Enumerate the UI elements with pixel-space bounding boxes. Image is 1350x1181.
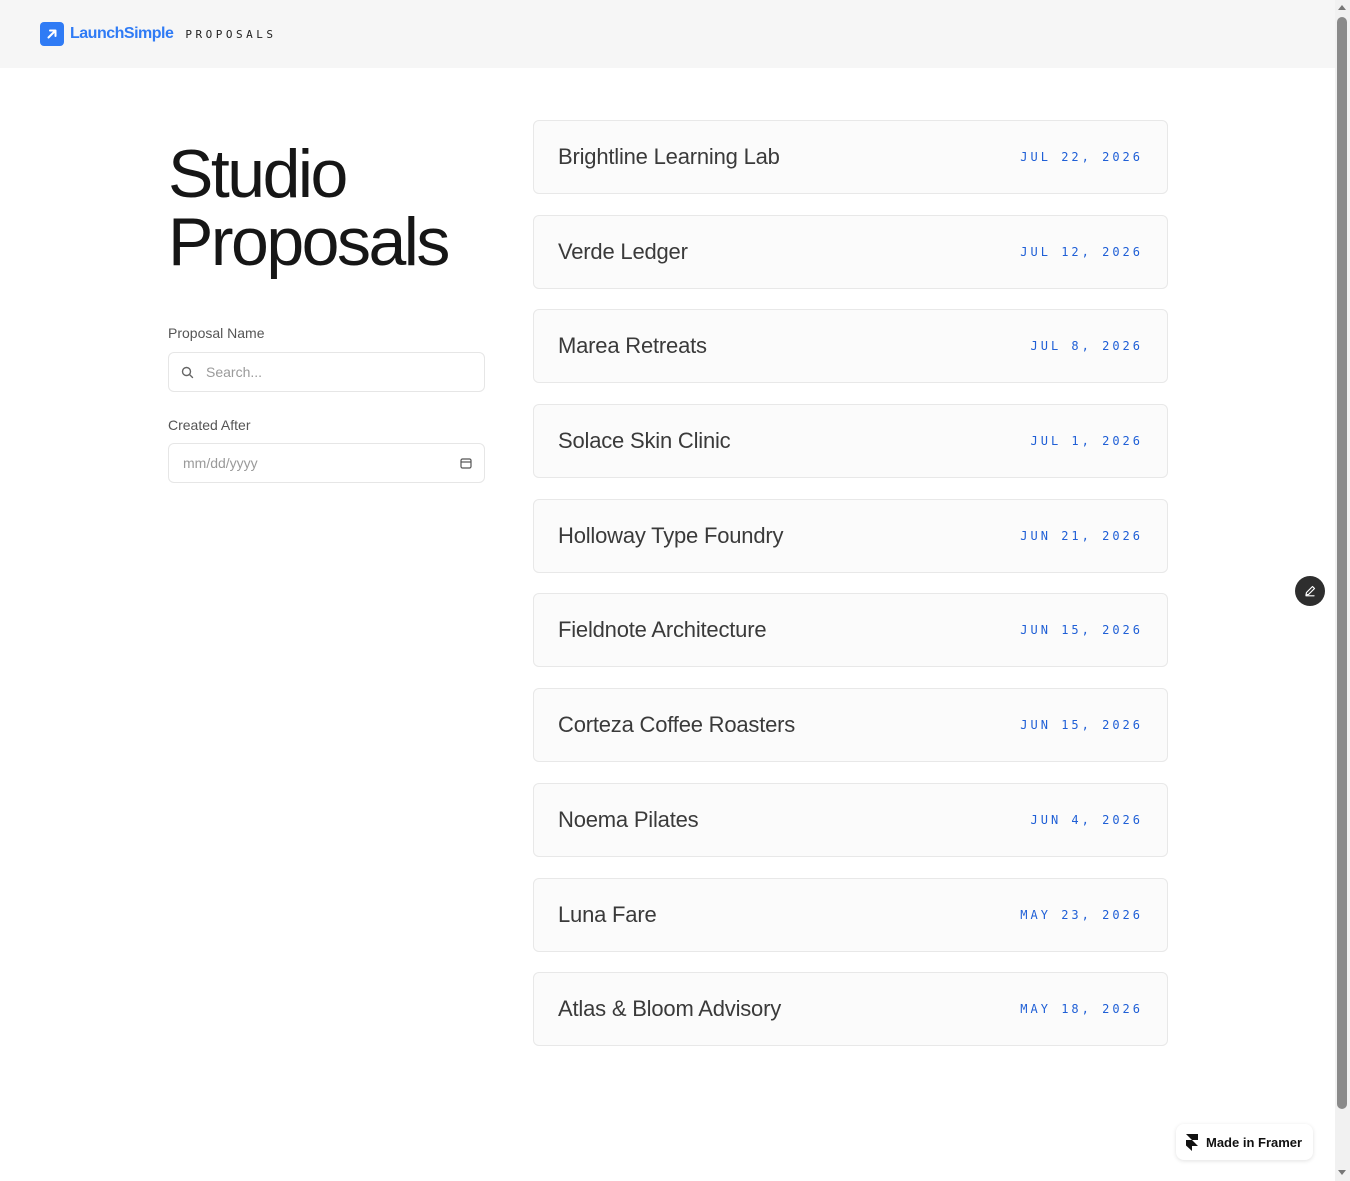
scroll-down-arrow-icon[interactable] bbox=[1338, 1170, 1346, 1175]
proposal-date: JUL 1, 2026 bbox=[1030, 434, 1143, 449]
proposal-date: MAY 18, 2026 bbox=[1020, 1002, 1143, 1017]
proposal-card[interactable]: Brightline Learning Lab JUL 22, 2026 bbox=[533, 120, 1168, 194]
created-after-input[interactable] bbox=[181, 454, 454, 472]
page-title-line-1: Studio bbox=[168, 136, 348, 212]
proposal-name-field[interactable] bbox=[168, 352, 485, 392]
nav-proposals-link[interactable]: PROPOSALS bbox=[185, 28, 276, 41]
proposal-list: Brightline Learning Lab JUL 22, 2026 Ver… bbox=[533, 120, 1168, 1067]
brand-link[interactable]: LaunchSimple bbox=[40, 22, 174, 46]
proposal-date: JUL 22, 2026 bbox=[1020, 150, 1143, 164]
arrow-up-right-icon bbox=[40, 22, 64, 46]
proposal-name: Fieldnote Architecture bbox=[558, 617, 767, 643]
pencil-icon bbox=[1303, 584, 1317, 598]
created-after-label: Created After bbox=[168, 417, 251, 433]
proposal-card[interactable]: Fieldnote Architecture JUN 15, 2026 bbox=[533, 593, 1168, 668]
top-nav-bar: LaunchSimple PROPOSALS bbox=[0, 0, 1335, 68]
search-icon bbox=[181, 366, 194, 379]
brand-name: LaunchSimple bbox=[70, 25, 174, 42]
proposal-name: Corteza Coffee Roasters bbox=[558, 712, 796, 738]
proposal-date: JUN 21, 2026 bbox=[1020, 528, 1143, 543]
framer-logo-icon bbox=[1186, 1133, 1198, 1151]
edit-button[interactable] bbox=[1295, 576, 1325, 606]
scrollbar-thumb[interactable] bbox=[1337, 17, 1347, 1109]
page-title-line-2: Proposals bbox=[168, 204, 450, 280]
proposal-date: MAY 23, 2026 bbox=[1020, 907, 1143, 922]
proposal-date: JUN 15, 2026 bbox=[1020, 623, 1143, 638]
proposal-name: Luna Fare bbox=[558, 901, 657, 927]
proposal-card[interactable]: Atlas & Bloom Advisory MAY 18, 2026 bbox=[533, 972, 1168, 1047]
proposal-name-input[interactable] bbox=[204, 363, 472, 381]
proposal-card[interactable]: Marea Retreats JUL 8, 2026 bbox=[533, 309, 1168, 384]
made-in-framer-label: Made in Framer bbox=[1206, 1134, 1303, 1150]
proposal-card[interactable]: Holloway Type Foundry JUN 21, 2026 bbox=[533, 498, 1168, 573]
page-title: Studio Proposals bbox=[168, 136, 450, 280]
proposal-name: Brightline Learning Lab bbox=[558, 144, 780, 169]
proposal-name: Holloway Type Foundry bbox=[558, 522, 784, 548]
scroll-up-arrow-icon[interactable] bbox=[1338, 5, 1346, 10]
proposal-card[interactable]: Noema Pilates JUN 4, 2026 bbox=[533, 782, 1168, 857]
proposal-date: JUN 15, 2026 bbox=[1020, 718, 1143, 733]
proposal-name: Marea Retreats bbox=[558, 333, 707, 359]
proposal-name: Noema Pilates bbox=[558, 806, 699, 832]
proposal-card[interactable]: Solace Skin Clinic JUL 1, 2026 bbox=[533, 404, 1168, 479]
made-in-framer-badge[interactable]: Made in Framer bbox=[1176, 1124, 1313, 1160]
proposal-date: JUN 4, 2026 bbox=[1030, 812, 1143, 827]
proposal-card[interactable]: Verde Ledger JUL 12, 2026 bbox=[533, 214, 1168, 289]
page-scrollbar[interactable] bbox=[1335, 0, 1350, 1181]
proposal-card[interactable]: Corteza Coffee Roasters JUN 15, 2026 bbox=[533, 688, 1168, 763]
proposal-date: JUL 12, 2026 bbox=[1020, 244, 1143, 259]
proposal-date: JUL 8, 2026 bbox=[1030, 339, 1143, 354]
proposal-name: Solace Skin Clinic bbox=[558, 428, 731, 454]
calendar-icon[interactable] bbox=[460, 457, 472, 469]
proposal-name: Verde Ledger bbox=[558, 238, 688, 264]
proposal-card[interactable]: Luna Fare MAY 23, 2026 bbox=[533, 877, 1168, 952]
proposal-name: Atlas & Bloom Advisory bbox=[558, 996, 782, 1022]
proposal-name-label: Proposal Name bbox=[168, 325, 265, 341]
created-after-field[interactable] bbox=[168, 443, 485, 483]
